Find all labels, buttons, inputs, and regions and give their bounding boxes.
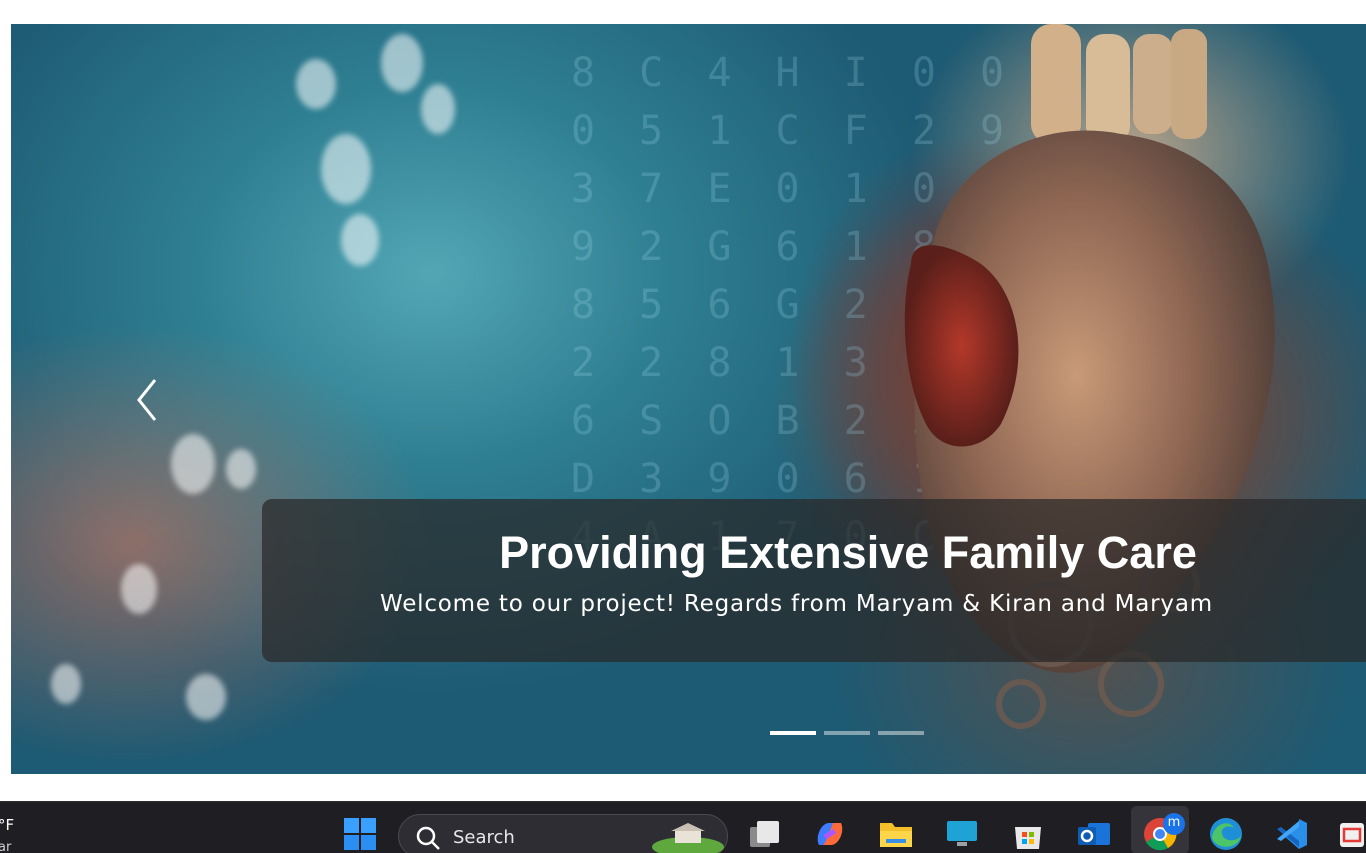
microsoft-store-button[interactable]: [1010, 816, 1046, 852]
windows-start-button[interactable]: [342, 816, 378, 852]
snipping-tool-icon: [1340, 823, 1364, 847]
page: 8 C 4 H I 0 0 2 0 5 1 C F 2 9 6 3 7 E 0 …: [0, 0, 1366, 853]
windows-start-icon: [344, 818, 376, 850]
snipping-tool-button[interactable]: [1334, 816, 1366, 852]
taskbar: °F ar Search m: [0, 801, 1366, 853]
carousel-indicators: [770, 731, 924, 735]
caption-subtitle: Welcome to our project! Regards from Mar…: [380, 591, 1213, 617]
file-explorer-button[interactable]: [878, 816, 914, 852]
bokeh-light: [381, 34, 423, 92]
bokeh-light: [121, 564, 157, 614]
copilot-icon: [817, 823, 843, 845]
search-icon: [416, 826, 440, 850]
bokeh-light: [51, 664, 81, 704]
carousel-indicator-1[interactable]: [770, 731, 816, 735]
bokeh-light: [321, 134, 371, 204]
bokeh-light: [226, 449, 256, 489]
microsoft-store-icon: [1015, 827, 1041, 849]
edge-button[interactable]: [1208, 816, 1244, 852]
task-view-button[interactable]: [746, 816, 782, 852]
carousel-caption: Providing Extensive Family Care Welcome …: [262, 499, 1366, 662]
taskbar-search-box[interactable]: Search: [398, 814, 728, 853]
edge-icon: [1210, 818, 1242, 850]
chevron-left-icon: [137, 379, 157, 421]
bokeh-light: [296, 59, 336, 109]
search-label: Search: [453, 827, 515, 848]
search-highlight-icon: [652, 823, 724, 853]
bokeh-light: [341, 214, 379, 266]
carousel-prev-button[interactable]: [127, 378, 167, 422]
task-view-icon: [750, 821, 779, 847]
copilot-button[interactable]: [812, 816, 848, 852]
file-explorer-icon: [880, 823, 912, 847]
outlook-button[interactable]: [1076, 816, 1112, 852]
chrome-profile-badge: m: [1163, 813, 1185, 835]
caption-title: Providing Extensive Family Care: [499, 527, 1197, 578]
remote-desktop-button[interactable]: [944, 816, 980, 852]
weather-condition: ar: [0, 840, 12, 853]
remote-desktop-icon: [947, 821, 977, 846]
bokeh-light: [171, 434, 215, 494]
vscode-button[interactable]: [1274, 816, 1310, 852]
bokeh-light: [421, 84, 455, 134]
bokeh-light: [186, 674, 226, 720]
outlook-icon: [1078, 823, 1110, 845]
weather-temp: °F: [0, 816, 15, 834]
carousel-indicator-2[interactable]: [824, 731, 870, 735]
carousel-indicator-3[interactable]: [878, 731, 924, 735]
hero-carousel: 8 C 4 H I 0 0 2 0 5 1 C F 2 9 6 3 7 E 0 …: [11, 24, 1366, 774]
vscode-icon: [1277, 819, 1307, 849]
